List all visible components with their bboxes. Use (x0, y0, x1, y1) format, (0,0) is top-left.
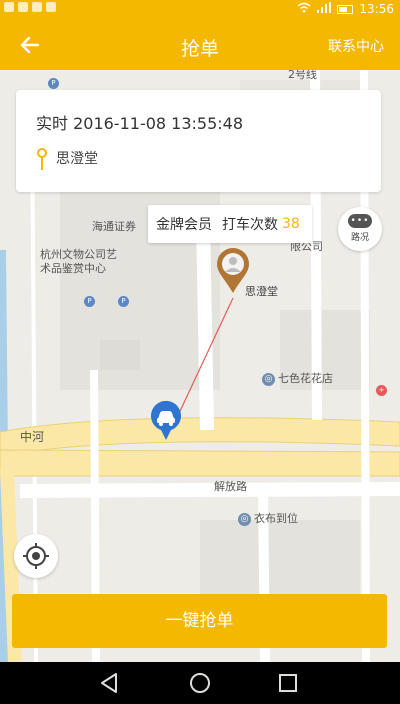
locate-me-button[interactable] (14, 534, 58, 578)
notification-icon (32, 2, 42, 12)
square-recent-icon[interactable] (274, 670, 302, 696)
signal-icon (317, 2, 332, 16)
circle-home-icon[interactable] (186, 670, 214, 696)
order-place: 思澄堂 (56, 151, 98, 167)
parking-icon: P (118, 296, 129, 307)
member-info-tooltip: 金牌会员 打车次数 38 (148, 205, 312, 243)
map-label-jiefang: 解放路 (214, 480, 247, 493)
traffic-icon: ••• (348, 214, 372, 228)
member-level: 金牌会员 (156, 217, 212, 233)
wifi-icon (297, 2, 311, 16)
location-pin-icon (37, 148, 47, 170)
crosshair-icon (23, 543, 49, 569)
bus-stop-icon: P (48, 78, 59, 89)
triangle-back-icon[interactable] (96, 670, 124, 696)
clothing-name: 衣布到位 (254, 512, 298, 525)
map-label-florist: ◎ 七色花花店 (262, 370, 333, 386)
notification-icon (18, 2, 28, 12)
shop-icon: ◎ (262, 372, 275, 386)
map-label-cultural-b: 术品鉴赏中心 (40, 262, 106, 275)
traffic-label: 路况 (350, 233, 369, 243)
ride-count-label: 打车次数 (222, 217, 278, 233)
status-indicators: 13:56 (297, 2, 394, 16)
grab-order-button[interactable]: 一键抢单 (12, 594, 387, 648)
map-label-haiyun: 海通证券 (92, 220, 136, 233)
florist-name: 七色花花店 (278, 372, 333, 385)
battery-icon (337, 4, 354, 14)
ride-count: 38 (282, 216, 300, 232)
map-label-zhonghe: 中河 (20, 430, 45, 444)
notification-icon (4, 2, 14, 12)
status-time: 13:56 (359, 2, 394, 16)
shop-icon: ◎ (238, 512, 251, 526)
order-time: 实时 2016-11-08 13:55:48 (36, 114, 244, 133)
map-label-subway: 2号线 (288, 70, 317, 81)
passenger-pin-label: 思澄堂 (245, 285, 278, 298)
system-nav-bar (0, 662, 400, 704)
order-info-card: 实时 2016-11-08 13:55:48 思澄堂 (16, 90, 381, 192)
car-location-pin-icon[interactable] (148, 398, 184, 442)
parking-icon: P (84, 296, 95, 307)
map-label-clothing: ◎ 衣布到位 (238, 510, 298, 526)
status-bar: 13:56 (0, 0, 400, 20)
notification-icons (4, 2, 56, 12)
contact-center-button[interactable]: 联系中心 (328, 36, 384, 56)
traffic-toggle-button[interactable]: ••• 路况 (338, 207, 382, 251)
app-bar: 抢单 联系中心 (0, 20, 400, 70)
hospital-icon: + (376, 385, 387, 396)
notification-icon (46, 2, 56, 12)
